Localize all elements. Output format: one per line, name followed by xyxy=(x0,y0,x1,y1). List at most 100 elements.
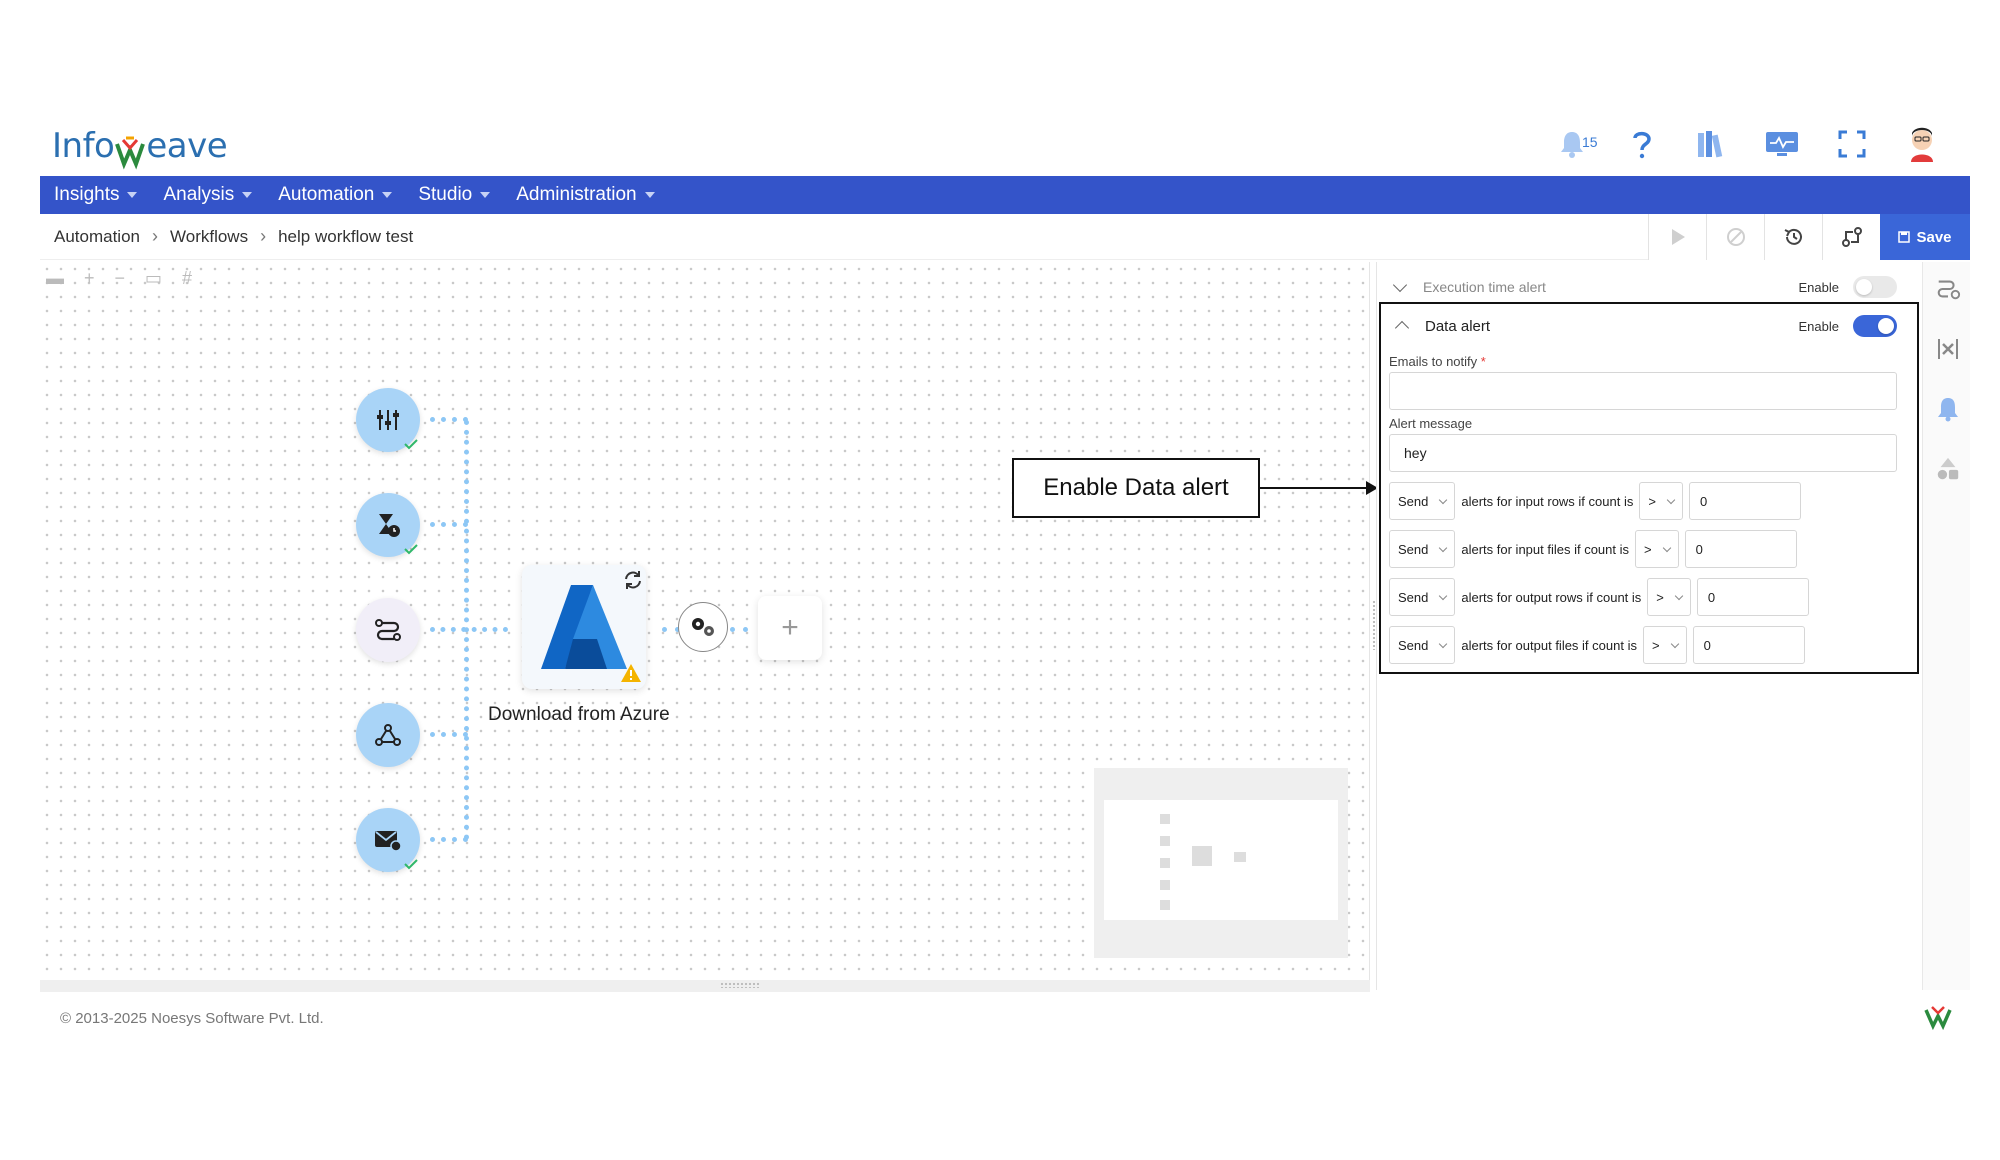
emails-label-text: Emails to notify xyxy=(1389,354,1478,369)
data-alert-header[interactable]: Data alert Enable xyxy=(1394,310,1907,342)
grid-icon[interactable]: # xyxy=(182,268,192,289)
count-input[interactable]: 0 xyxy=(1688,482,1801,520)
zoom-out-icon[interactable]: − xyxy=(115,268,126,289)
operator-select[interactable]: > xyxy=(1639,482,1683,520)
connector-line xyxy=(430,522,468,527)
help-icon[interactable] xyxy=(1624,126,1660,162)
required-marker: * xyxy=(1480,354,1486,369)
versions-button[interactable] xyxy=(1822,214,1880,260)
stop-circle-icon xyxy=(1726,228,1745,246)
nav-studio[interactable]: Studio xyxy=(418,184,491,206)
hourglass-clock-icon xyxy=(379,514,400,537)
chevron-down-icon xyxy=(1666,495,1676,504)
data-alert-title: Data alert xyxy=(1425,317,1491,335)
history-icon xyxy=(1784,228,1802,245)
monitor-icon[interactable] xyxy=(1764,126,1800,162)
check-icon xyxy=(404,439,418,450)
alert-message-label: Alert message xyxy=(1389,416,1473,431)
alert-message-input[interactable]: hey xyxy=(1389,434,1897,472)
breadcrumb-workflows[interactable]: Workflows xyxy=(170,227,248,247)
caret-down-icon xyxy=(242,192,253,198)
check-icon xyxy=(404,859,418,870)
select-value: Send xyxy=(1398,493,1429,509)
operator-select[interactable]: > xyxy=(1647,578,1691,616)
action-select[interactable]: Send xyxy=(1389,626,1456,664)
rule-text: alerts for output rows if count is xyxy=(1461,589,1642,605)
infoveave-logo[interactable]: Info eave xyxy=(52,124,228,170)
nav-label: Insights xyxy=(54,184,120,205)
route-settings-icon[interactable] xyxy=(1935,276,1961,302)
notification-count: 15 xyxy=(1582,134,1598,150)
transform-node[interactable] xyxy=(356,598,420,662)
run-button[interactable] xyxy=(1648,214,1706,260)
filter-node[interactable] xyxy=(356,388,420,452)
notifications-bell-icon[interactable]: 15 xyxy=(1554,126,1598,162)
action-select[interactable]: Send xyxy=(1389,578,1456,616)
nav-administration[interactable]: Administration xyxy=(516,184,655,206)
breadcrumb-automation[interactable]: Automation xyxy=(54,227,140,247)
count-input[interactable]: 0 xyxy=(1684,530,1797,568)
route-icon xyxy=(375,619,401,641)
email-node[interactable] xyxy=(356,808,420,872)
nav-automation[interactable]: Automation xyxy=(278,184,393,206)
operator-select[interactable]: > xyxy=(1642,626,1687,664)
footer-copyright: © 2013-2025 Noesys Software Pvt. Ltd. xyxy=(60,1010,324,1027)
variables-icon[interactable] xyxy=(1935,336,1961,362)
rule-output-files: Send alerts for output files if count is… xyxy=(1389,626,1805,664)
data-alert-toggle[interactable] xyxy=(1853,315,1897,337)
count-input[interactable]: 0 xyxy=(1696,578,1809,616)
minimap[interactable] xyxy=(1094,768,1348,958)
execution-time-alert-header[interactable]: Execution time alert Enable xyxy=(1392,270,1907,304)
caret-down-icon xyxy=(644,192,655,198)
execution-alert-toggle[interactable] xyxy=(1853,276,1897,298)
nav-analysis[interactable]: Analysis xyxy=(163,184,253,206)
webhook-node[interactable] xyxy=(356,703,420,767)
node-label: Download from Azure xyxy=(488,704,670,725)
emails-input[interactable] xyxy=(1389,372,1897,410)
library-icon[interactable] xyxy=(1694,126,1730,162)
chevron-down-icon xyxy=(1674,591,1684,600)
history-button[interactable] xyxy=(1764,214,1822,260)
chevron-down-icon xyxy=(1662,543,1671,552)
workflow-canvas[interactable]: ▬ + − ▭ # Download from Azure + xyxy=(40,262,1370,990)
settings-node[interactable] xyxy=(678,602,728,652)
alerts-bell-icon[interactable] xyxy=(1935,396,1961,422)
resize-grip-icon[interactable] xyxy=(720,982,760,988)
execution-alert-title: Execution time alert xyxy=(1423,279,1546,295)
footer-logo-icon xyxy=(1924,1004,1952,1035)
operator-select[interactable]: > xyxy=(1635,530,1679,568)
azure-download-node[interactable] xyxy=(522,565,646,689)
gears-icon xyxy=(692,618,714,636)
add-node-button[interactable]: + xyxy=(758,596,822,660)
side-rail xyxy=(1922,262,1970,990)
caret-down-icon xyxy=(382,192,393,198)
chevron-right-icon: › xyxy=(260,226,267,246)
connector-line xyxy=(430,417,468,422)
fullscreen-icon[interactable] xyxy=(1834,126,1870,162)
header-icons: 15 xyxy=(1554,124,1940,164)
caret-down-icon xyxy=(127,192,138,198)
plus-icon: + xyxy=(781,611,799,644)
schedule-node[interactable] xyxy=(356,493,420,557)
play-icon xyxy=(1671,229,1685,245)
nav-label: Administration xyxy=(516,184,637,205)
logo-mark-icon xyxy=(115,136,146,170)
rule-text: alerts for input files if count is xyxy=(1461,541,1630,557)
nav-insights[interactable]: Insights xyxy=(54,184,138,206)
shapes-icon[interactable] xyxy=(1935,456,1961,482)
chevron-right-icon: › xyxy=(152,226,158,246)
minimap-toggle-icon[interactable]: ▭ xyxy=(145,268,162,289)
action-select[interactable]: Send xyxy=(1389,482,1456,520)
fit-icon[interactable]: ▬ xyxy=(46,268,64,289)
emails-label: Emails to notify * xyxy=(1389,354,1486,369)
stop-button[interactable] xyxy=(1706,214,1764,260)
action-select[interactable]: Send xyxy=(1389,530,1456,568)
count-input[interactable]: 0 xyxy=(1692,626,1805,664)
save-button[interactable]: Save xyxy=(1880,214,1970,260)
save-label: Save xyxy=(1916,228,1952,246)
chevron-down-icon xyxy=(1392,277,1408,293)
zoom-in-icon[interactable]: + xyxy=(84,268,95,289)
sliders-icon xyxy=(377,410,399,430)
canvas-resize-bar[interactable] xyxy=(40,980,1370,992)
user-avatar[interactable] xyxy=(1904,126,1940,162)
